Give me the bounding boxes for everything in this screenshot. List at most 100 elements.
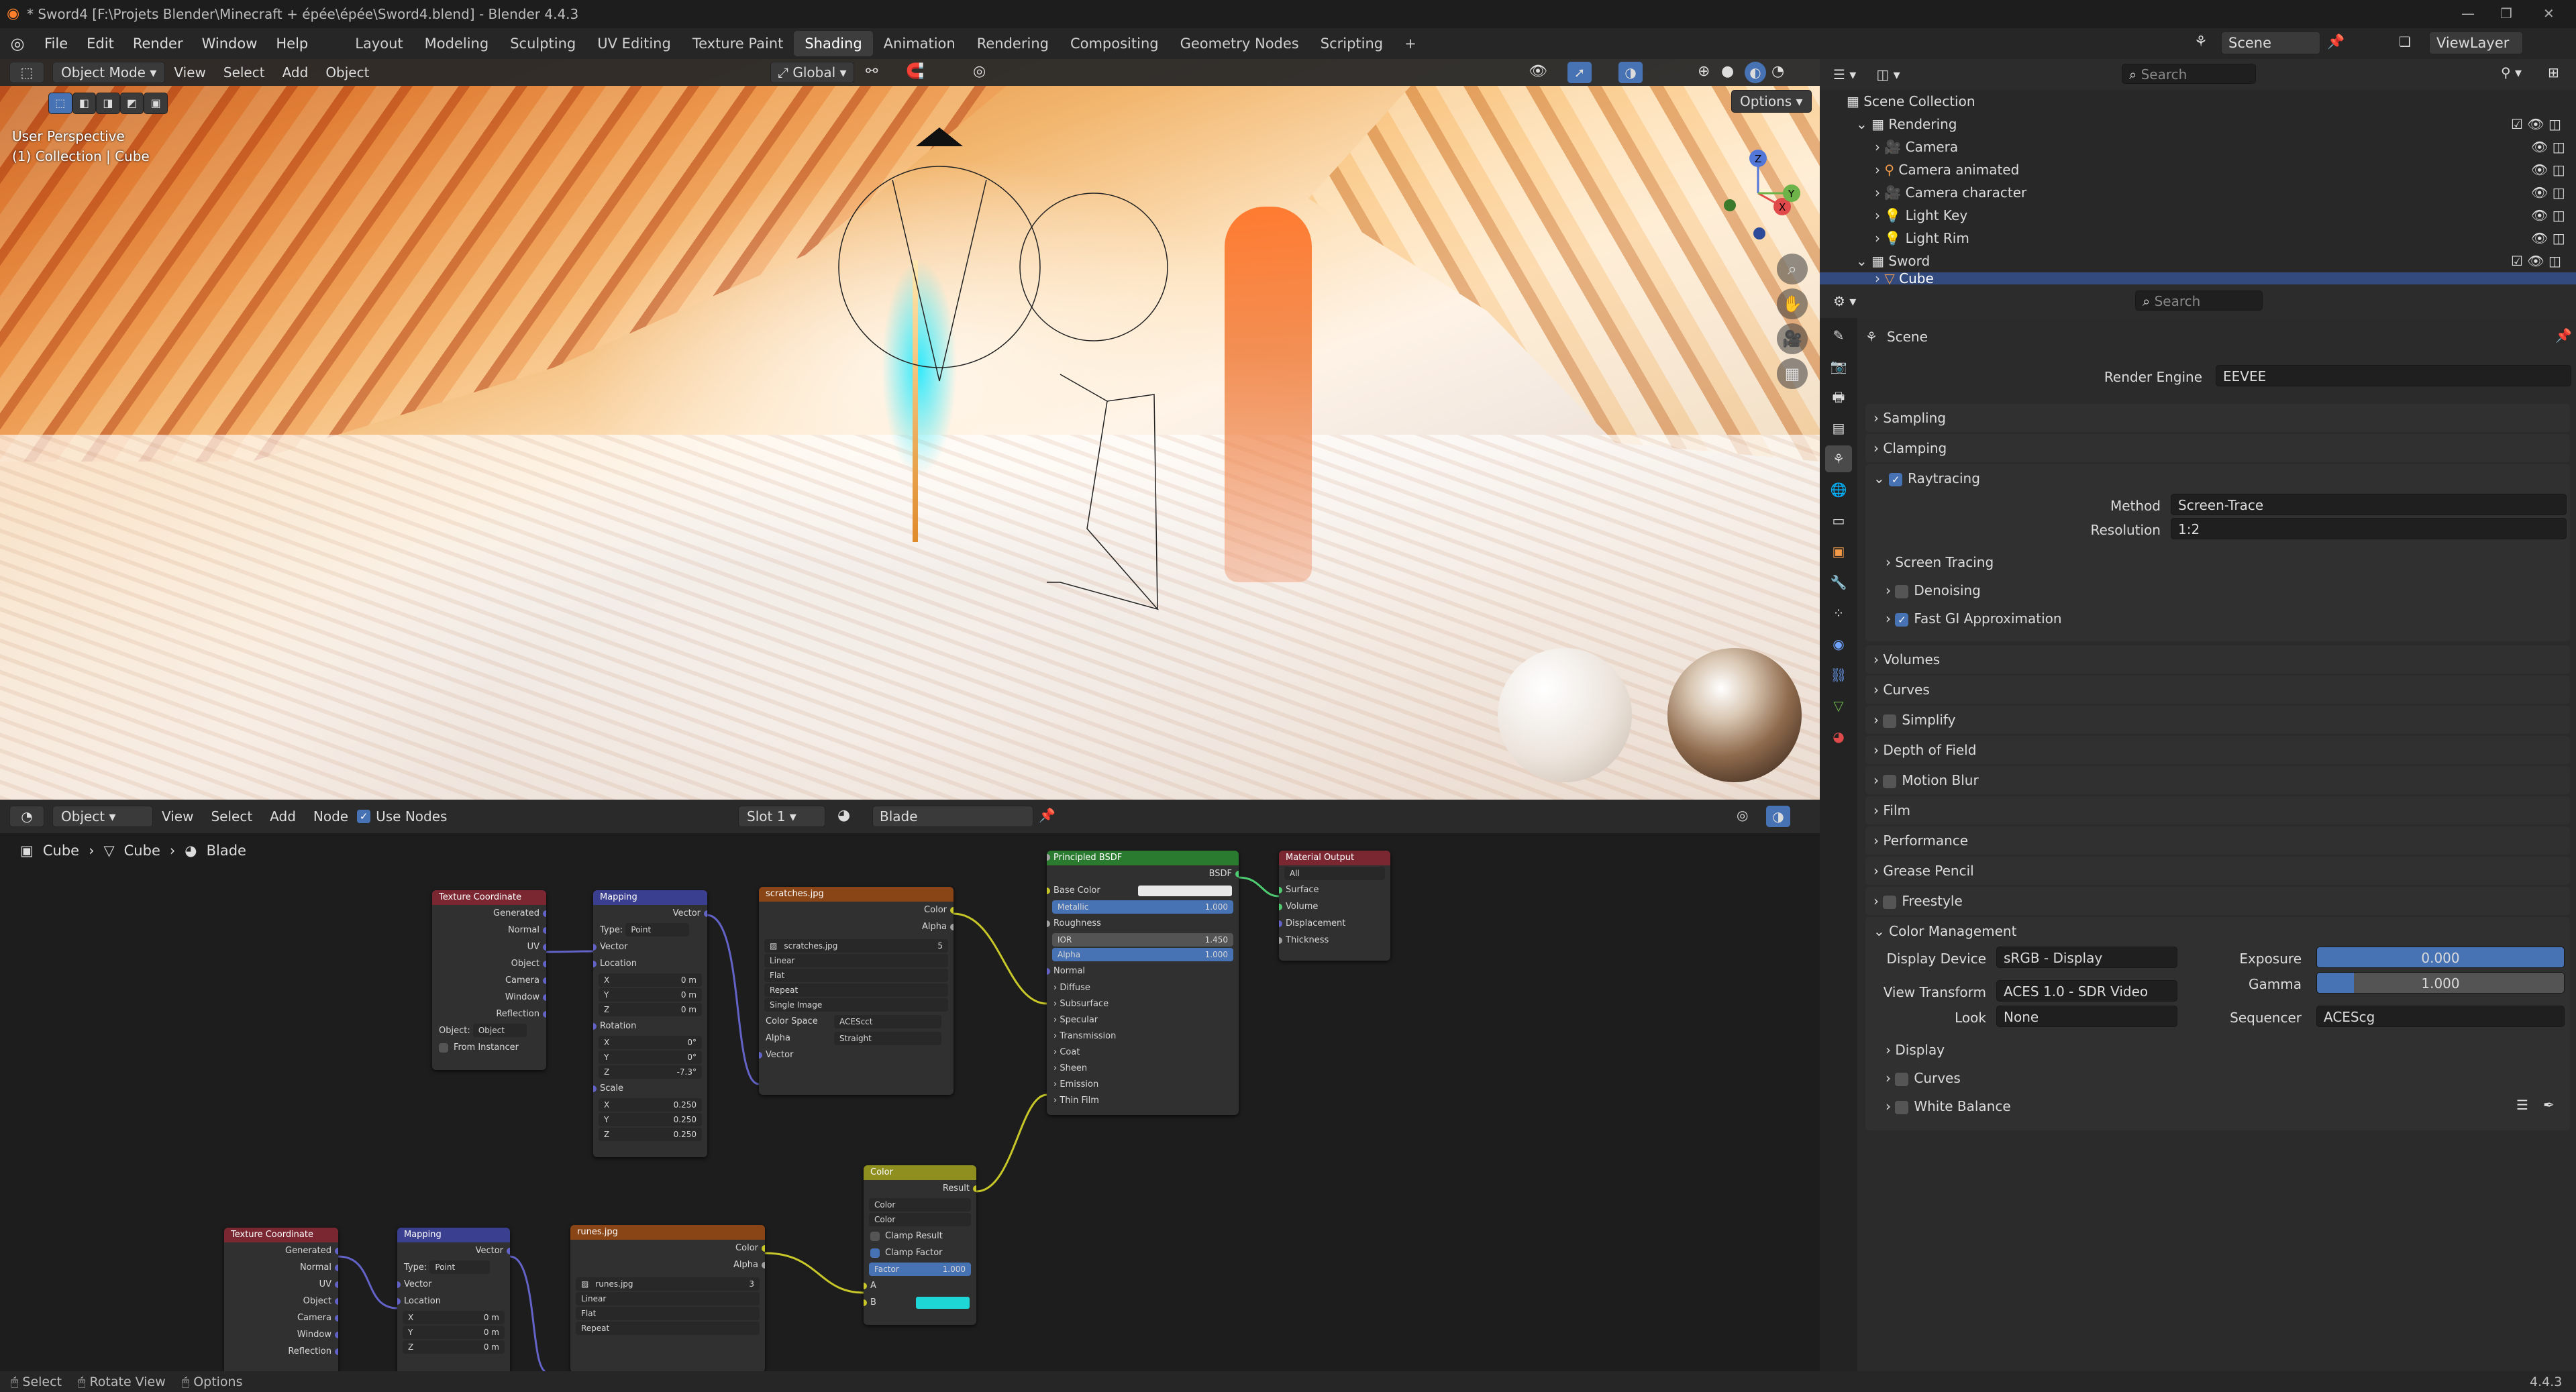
location-z[interactable]: Z0 m bbox=[599, 1003, 702, 1016]
transform-orientation-selector[interactable]: ⤢ Global ▾ bbox=[770, 62, 854, 83]
fast-gi-checkbox[interactable]: ✓ bbox=[1895, 612, 1909, 627]
mapping-type-2[interactable]: Type: Point bbox=[397, 1259, 510, 1276]
visibility-icons[interactable]: ☑ 👁 ◫ bbox=[2511, 113, 2561, 136]
pin-icon[interactable]: 📌 bbox=[2327, 34, 2345, 50]
tab-texture-paint[interactable]: Texture Paint bbox=[682, 31, 794, 56]
panel-grease-pencil[interactable]: › Grease Pencil bbox=[1865, 857, 2570, 885]
runes-socket-alpha[interactable]: Alpha bbox=[570, 1256, 765, 1273]
tab-uv-editing[interactable]: UV Editing bbox=[586, 31, 682, 56]
roughness-row[interactable]: Roughness bbox=[1047, 915, 1239, 932]
panel-specular[interactable]: › Specular bbox=[1047, 1012, 1239, 1028]
socket-alpha-out[interactable]: Alpha bbox=[759, 918, 954, 935]
scale-z[interactable]: Z 0.250 bbox=[599, 1128, 702, 1141]
panel-sampling[interactable]: › Sampling bbox=[1865, 404, 2570, 432]
panel-clamping[interactable]: › Clamping bbox=[1865, 434, 2570, 462]
sub-denoising[interactable]: › Denoising bbox=[1886, 582, 1981, 598]
mix-blend-dropdown[interactable]: Color bbox=[869, 1198, 971, 1212]
outliner-search-input[interactable]: ⌕ Search bbox=[2122, 64, 2256, 84]
scratches-image-node[interactable]: scratches.jpg Color Alpha ▨ scratches.jpg… bbox=[759, 887, 954, 1095]
material-tab-icon[interactable]: ◕ bbox=[1825, 723, 1852, 750]
panel-emission[interactable]: › Emission bbox=[1047, 1076, 1239, 1092]
socket-vector-in[interactable]: Vector bbox=[759, 1047, 954, 1063]
metallic-slider[interactable]: Metallic 1.000 bbox=[1047, 854, 1233, 914]
scene-selector[interactable]: Scene bbox=[2221, 32, 2320, 54]
rotation-z[interactable]: Z -7.3° bbox=[599, 1065, 702, 1079]
mapping-type[interactable]: Type: Point bbox=[593, 922, 707, 939]
sub-fast-gi[interactable]: › ✓ Fast GI Approximation bbox=[1886, 610, 2062, 627]
rotation-x[interactable]: X 0° bbox=[599, 1036, 702, 1049]
tab-rendering[interactable]: Rendering bbox=[966, 31, 1060, 56]
camera-visibility-icon[interactable]: 👁 ◫ bbox=[2531, 136, 2565, 158]
location-z-2[interactable]: Z0 m bbox=[403, 1340, 505, 1354]
socket-surface[interactable]: Surface bbox=[1279, 881, 1390, 898]
ortho-grid-icon[interactable]: ▦ bbox=[1777, 358, 1808, 389]
socket-uv[interactable]: UV bbox=[432, 939, 546, 955]
panel-thin-film[interactable]: › Thin Film bbox=[1047, 1092, 1239, 1108]
light-key-visibility-icon[interactable]: 👁 ◫ bbox=[2531, 204, 2565, 227]
socket-vector-out-2[interactable]: Vector bbox=[397, 1242, 510, 1259]
panel-freestyle[interactable]: › Freestyle bbox=[1865, 887, 2570, 915]
socket-volume[interactable]: Volume bbox=[1279, 898, 1390, 915]
material-output-node[interactable]: Material Output All Surface Volume Displ… bbox=[1279, 851, 1390, 961]
editor-type-icon[interactable]: ⬚ bbox=[9, 62, 44, 83]
socket-generated[interactable]: Generated bbox=[432, 905, 546, 922]
sub-display[interactable]: › Display bbox=[1886, 1042, 1945, 1058]
outliner-item-camera-animated[interactable]: › ⚲ Camera animated 👁 ◫ bbox=[1820, 158, 2576, 181]
object-picker[interactable]: Object bbox=[472, 1024, 527, 1037]
properties-editor[interactable]: ⚙ ▾ ⌕ Search ✎ 📷 🖶 ▤ ⚘ 🌐 ▭ ▣ 🔧 ⁘ ◉ ⛓ ▽ ◕… bbox=[1820, 284, 2576, 1371]
viewport-options-button[interactable]: Options ▾ bbox=[1731, 90, 1812, 113]
socket-window-2[interactable]: Window bbox=[224, 1326, 338, 1343]
light-rim-visibility-icon[interactable]: 👁 ◫ bbox=[2531, 227, 2565, 250]
panel-curves[interactable]: › Curves bbox=[1865, 676, 2570, 704]
shading-solid-icon[interactable]: ● bbox=[1721, 63, 1734, 80]
clamp-factor-checkbox[interactable]: Clamp Factor bbox=[864, 1244, 976, 1261]
b-color-swatch[interactable] bbox=[916, 1296, 970, 1309]
location-x[interactable]: X0 m bbox=[599, 973, 702, 987]
tab-scripting[interactable]: Scripting bbox=[1310, 31, 1394, 56]
socket-displacement[interactable]: Displacement bbox=[1279, 915, 1390, 932]
display-device-dropdown[interactable]: sRGB - Display bbox=[1996, 947, 2177, 968]
shading-rendered-icon[interactable]: ◔ bbox=[1771, 63, 1784, 80]
scale-y[interactable]: Y 0.250 bbox=[599, 1113, 702, 1126]
blender-menu-icon[interactable]: ◎ bbox=[0, 34, 35, 53]
runes-interpolation[interactable]: Linear bbox=[576, 1292, 760, 1305]
panel-depth-of-field[interactable]: › Depth of Field bbox=[1865, 736, 2570, 764]
location-x-2[interactable]: X0 m bbox=[403, 1311, 505, 1324]
tab-compositing[interactable]: Compositing bbox=[1060, 31, 1170, 56]
socket-normal-2[interactable]: Normal bbox=[224, 1259, 338, 1276]
source-dropdown[interactable]: Single Image bbox=[764, 998, 948, 1012]
menu-render[interactable]: Render bbox=[123, 28, 193, 59]
factor-slider[interactable]: Factor 1.000 bbox=[869, 1263, 971, 1276]
camera-character-visibility-icon[interactable]: 👁 ◫ bbox=[2531, 181, 2565, 204]
socket-reflection[interactable]: Reflection bbox=[432, 1006, 546, 1022]
sub-screen-tracing[interactable]: › Screen Tracing bbox=[1886, 554, 1994, 570]
panel-motion-blur[interactable]: › Motion Blur bbox=[1865, 766, 2570, 794]
socket-reflection-2[interactable]: Reflection bbox=[224, 1343, 338, 1360]
outliner[interactable]: ☰ ▾ ◫ ▾ ⌕ Search ⚲ ▾ ⊞ ▦ Scene Collectio… bbox=[1820, 59, 2576, 284]
particles-tab-icon[interactable]: ⁘ bbox=[1825, 600, 1852, 627]
socket-thickness[interactable]: Thickness bbox=[1279, 932, 1390, 949]
resolution-dropdown[interactable]: 1:2 bbox=[2171, 518, 2567, 539]
outliner-item-sword[interactable]: ⌄ ▦ Sword ☑ 👁 ◫ bbox=[1820, 250, 2576, 272]
menu-file[interactable]: File bbox=[35, 28, 77, 59]
location-y-2[interactable]: Y0 m bbox=[403, 1326, 505, 1339]
socket-b[interactable]: B bbox=[864, 1294, 976, 1311]
mix-type-dropdown[interactable]: Color bbox=[869, 1213, 971, 1226]
view-layer-selector[interactable]: ViewLayer bbox=[2429, 32, 2523, 54]
color-space-row[interactable]: Color Space ACEScct bbox=[759, 1013, 954, 1030]
menu-help[interactable]: Help bbox=[266, 28, 317, 59]
socket-normal[interactable]: Normal bbox=[432, 922, 546, 939]
add-workspace-button[interactable]: + bbox=[1394, 31, 1427, 56]
socket-a[interactable]: A bbox=[864, 1277, 976, 1294]
pan-hand-icon[interactable]: ✋ bbox=[1777, 288, 1808, 319]
socket-window[interactable]: Window bbox=[432, 989, 546, 1006]
output-tab-icon[interactable]: 🖶 bbox=[1825, 384, 1852, 411]
panel-simplify[interactable]: › Simplify bbox=[1865, 706, 2570, 734]
select-extend-icon[interactable]: ◧ bbox=[72, 93, 97, 114]
collection-tab-icon[interactable]: ▭ bbox=[1825, 507, 1852, 534]
overlay-toggle-icon[interactable]: ◑ bbox=[1618, 62, 1643, 83]
outliner-scene-collection[interactable]: ▦ Scene Collection bbox=[1820, 90, 2576, 113]
sub-white-balance[interactable]: › White Balance bbox=[1886, 1098, 2011, 1114]
panel-volumes[interactable]: › Volumes bbox=[1865, 645, 2570, 674]
principled-bsdf-node[interactable]: Principled BSDF BSDF Base Color Metallic… bbox=[1047, 851, 1239, 1115]
